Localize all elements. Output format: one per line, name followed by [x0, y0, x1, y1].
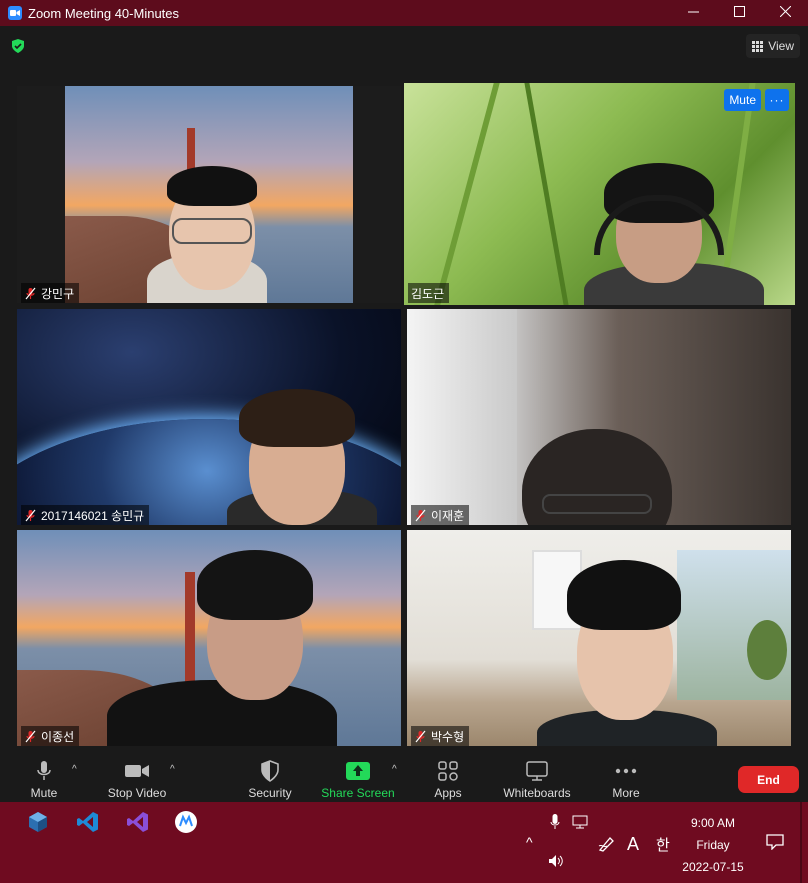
network-icon[interactable] — [572, 815, 588, 829]
font-input-indicator[interactable]: A — [627, 834, 639, 855]
participant-more-button[interactable]: ··· — [765, 89, 789, 111]
visual-studio-icon[interactable] — [126, 810, 150, 834]
more-button[interactable]: More — [608, 756, 644, 802]
clock-day: Friday — [696, 838, 730, 852]
maximize-button[interactable] — [716, 0, 762, 22]
black-cap — [167, 166, 257, 206]
person-hair — [197, 550, 313, 620]
plant — [747, 620, 787, 680]
person-hair — [567, 560, 681, 630]
share-options-chevron-up-icon[interactable]: ^ — [392, 764, 397, 775]
title-bar: Zoom Meeting 40-Minutes — [0, 0, 808, 26]
audio-options-chevron-up-icon[interactable]: ^ — [72, 764, 77, 775]
virtualbox-icon[interactable] — [26, 810, 50, 834]
mic-muted-icon — [415, 730, 426, 742]
participant-name-tag: 김도근 — [408, 283, 450, 303]
security-shield-icon — [260, 759, 280, 783]
security-label: Security — [248, 786, 292, 800]
participant-name: 박수형 — [431, 729, 465, 744]
share-screen-label: Share Screen — [321, 786, 395, 800]
participant-name: 이재훈 — [431, 508, 465, 523]
participant-name-tag: 강민구 — [21, 283, 80, 303]
minimize-icon — [687, 11, 699, 12]
video-tile[interactable]: 이종선 — [17, 530, 401, 746]
video-camera-icon — [124, 759, 150, 783]
microphone-icon — [36, 759, 52, 783]
clock-date: 2022-07-15 — [682, 860, 744, 874]
close-button[interactable] — [762, 0, 808, 22]
share-screen-button[interactable]: Share Screen — [320, 756, 396, 802]
window-light — [407, 309, 517, 525]
participant-name: 2017146021 송민규 — [41, 508, 145, 523]
mic-muted-icon — [25, 730, 36, 742]
glasses — [542, 494, 652, 514]
ime-hangul-indicator[interactable]: 한 — [656, 834, 670, 855]
stop-video-button[interactable]: Stop Video — [104, 756, 170, 802]
video-options-chevron-up-icon[interactable]: ^ — [170, 764, 175, 775]
view-label: View — [768, 39, 794, 53]
vscode-icon[interactable] — [76, 810, 100, 834]
mute-participant-button[interactable]: Mute — [724, 89, 761, 111]
mute-button[interactable]: Mute — [24, 756, 64, 802]
mic-muted-icon — [25, 509, 36, 521]
clock-time: 9:00 AM — [690, 816, 736, 830]
end-meeting-button[interactable]: End — [738, 766, 799, 793]
video-tile[interactable]: 이재훈 — [407, 309, 791, 525]
show-hidden-icons-chevron-up-icon[interactable]: ^ — [526, 834, 533, 850]
whiteboards-label: Whiteboards — [503, 786, 571, 800]
app-icon[interactable] — [174, 810, 198, 834]
view-button[interactable]: View — [746, 34, 800, 58]
bridge-tower — [185, 572, 195, 682]
encryption-shield-icon[interactable] — [10, 38, 26, 54]
meeting-area: View 강민구 Mute ··· 김도근 2017146021 송민규 이재훈… — [0, 26, 808, 756]
person-body — [107, 680, 337, 746]
mic-muted-icon — [415, 509, 426, 521]
person-hair — [239, 389, 355, 447]
video-tile-active-speaker[interactable]: Mute ··· 김도근 — [404, 83, 795, 305]
whiteboard-icon — [526, 759, 548, 783]
video-tile[interactable]: 박수형 — [407, 530, 791, 746]
participant-name: 김도근 — [411, 286, 445, 301]
more-label: More — [612, 786, 640, 800]
meeting-toolbar: Mute ^ Stop Video ^ Security Share Scree… — [0, 756, 808, 802]
window-title: Zoom Meeting 40-Minutes — [28, 5, 180, 21]
participant-name-tag: 2017146021 송민규 — [21, 505, 150, 525]
stop-video-label: Stop Video — [107, 786, 167, 800]
minimize-button[interactable] — [670, 0, 716, 22]
notification-center-icon[interactable] — [766, 834, 784, 850]
participant-name-tag: 이재훈 — [411, 505, 470, 525]
participant-name: 이종선 — [41, 729, 75, 744]
mute-label: Mute — [30, 786, 58, 800]
volume-icon[interactable] — [548, 854, 564, 868]
participant-name-tag: 박수형 — [411, 726, 470, 746]
glasses — [172, 218, 252, 244]
mic-muted-icon — [25, 287, 36, 299]
grid-view-icon — [752, 40, 764, 52]
video-tile[interactable]: 강민구 — [17, 86, 401, 303]
close-icon — [779, 5, 791, 17]
windows-taskbar: ^ A 한 9:00 AM Friday 2022-07-15 — [0, 802, 808, 883]
system-clock[interactable]: 9:00 AM Friday 2022-07-15 — [678, 812, 748, 878]
participant-name-tag: 이종선 — [21, 726, 80, 746]
video-tile[interactable]: 2017146021 송민규 — [17, 309, 401, 525]
apps-icon — [438, 759, 458, 783]
zoom-logo-icon — [8, 6, 22, 20]
more-dots-icon — [615, 759, 637, 783]
show-desktop-button[interactable] — [800, 802, 802, 883]
maximize-icon — [733, 5, 745, 17]
apps-button[interactable]: Apps — [430, 756, 466, 802]
security-button[interactable]: Security — [244, 756, 296, 802]
participant-name: 강민구 — [41, 286, 75, 301]
share-screen-icon — [346, 759, 370, 783]
whiteboards-button[interactable]: Whiteboards — [500, 756, 574, 802]
pen-input-icon[interactable] — [598, 836, 616, 852]
apps-label: Apps — [434, 786, 462, 800]
microphone-in-use-icon[interactable] — [550, 814, 560, 830]
